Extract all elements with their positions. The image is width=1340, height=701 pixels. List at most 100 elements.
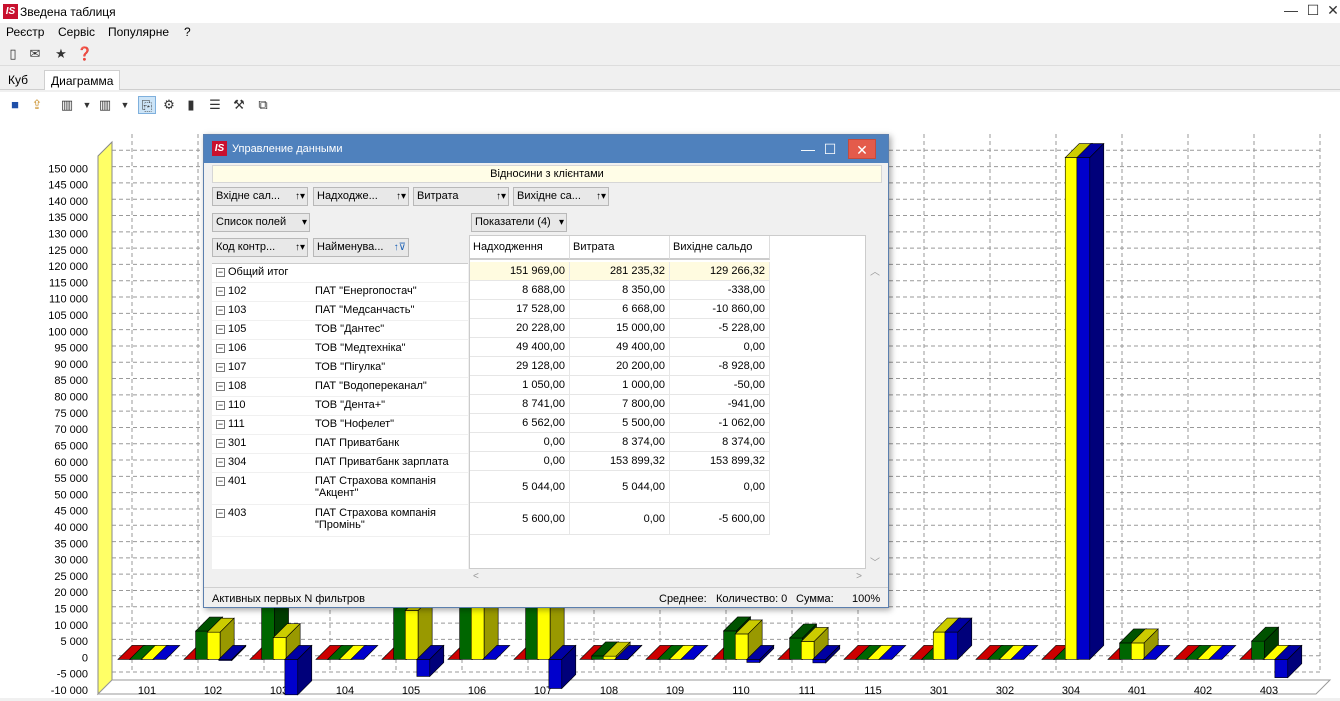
value-cell: -941,00 bbox=[670, 395, 770, 414]
bar bbox=[747, 659, 760, 662]
close-button[interactable]: ✕ bbox=[1322, 2, 1340, 20]
tab-cube[interactable]: Куб bbox=[2, 70, 34, 90]
y-tick-label: 40 000 bbox=[54, 522, 88, 534]
row-name: ТОВ "Нофелет" bbox=[315, 418, 465, 430]
menu-help[interactable]: ? bbox=[184, 25, 191, 39]
y-tick-label: 5 000 bbox=[60, 636, 88, 648]
dialog-logo: IS bbox=[212, 141, 227, 156]
data-manage-icon[interactable]: ⎘ bbox=[138, 96, 156, 114]
bar bbox=[1252, 641, 1265, 659]
value-cell: -10 860,00 bbox=[670, 300, 770, 319]
y-tick-label: 80 000 bbox=[54, 392, 88, 404]
settings-alt-icon[interactable]: ⚒ bbox=[230, 96, 248, 114]
row-name: ТОВ "Дента+" bbox=[315, 399, 465, 411]
horizontal-scrollbar[interactable]: < > bbox=[469, 571, 866, 585]
column-header-income[interactable]: Надходження bbox=[470, 236, 570, 260]
app-logo: IS bbox=[3, 4, 18, 19]
value-cell: -338,00 bbox=[670, 281, 770, 300]
minimize-button[interactable]: — bbox=[1280, 2, 1302, 20]
collapse-icon[interactable]: − bbox=[216, 509, 225, 518]
row-name: ПАТ "Водопереканал" bbox=[315, 380, 465, 392]
copy-icon[interactable]: ⧉ bbox=[254, 96, 272, 114]
row-field-name[interactable]: Найменува...↑⊽ bbox=[313, 238, 409, 257]
filter-field-expense[interactable]: Витрата↑▾ bbox=[413, 187, 509, 206]
value-cell: -8 928,00 bbox=[670, 357, 770, 376]
document-icon[interactable]: ▯ bbox=[4, 45, 22, 63]
export-icon[interactable]: ⇪ bbox=[28, 96, 46, 114]
chart-toolbar: ■ ⇪ ▥ ▼ ▥ ▼ ⎘ ⚙ ▮ ☰ ⚒ ⧉ bbox=[0, 92, 1340, 118]
table-row: 1 050,001 000,00-50,00 bbox=[470, 376, 865, 395]
bar bbox=[262, 602, 275, 659]
collapse-icon[interactable]: − bbox=[216, 401, 225, 410]
y-tick-label: 120 000 bbox=[48, 261, 88, 273]
total-cell: 151 969,00 bbox=[470, 262, 570, 281]
row-code: 301 bbox=[228, 437, 246, 449]
dialog-close-button[interactable]: ✕ bbox=[848, 139, 876, 159]
table-row: 8 741,007 800,00-941,00 bbox=[470, 395, 865, 414]
row-field-code[interactable]: Код контр...↑▾ bbox=[212, 238, 308, 257]
chevron-down-icon: ▾ bbox=[302, 214, 307, 231]
menu-popular[interactable]: Популярне bbox=[108, 25, 169, 39]
x-tick-label: 402 bbox=[1194, 685, 1212, 697]
table-row: 49 400,0049 400,000,00 bbox=[470, 338, 865, 357]
y-tick-label: 100 000 bbox=[48, 326, 88, 338]
bar bbox=[207, 632, 220, 659]
scroll-up-icon: ︿ bbox=[870, 263, 880, 278]
filter-field-opening-balance[interactable]: Вхідне сал...↑▾ bbox=[212, 187, 308, 206]
star-icon[interactable]: ★ bbox=[52, 45, 70, 63]
bar bbox=[801, 641, 814, 659]
collapse-icon[interactable]: − bbox=[216, 420, 225, 429]
row-header: −111ТОВ "Нофелет" bbox=[212, 416, 468, 435]
chevron-down-icon[interactable]: ▼ bbox=[78, 96, 96, 114]
collapse-icon[interactable]: − bbox=[216, 306, 225, 315]
row-name: ТОВ "Дантес" bbox=[315, 323, 465, 335]
bar bbox=[1275, 659, 1288, 677]
list-icon[interactable]: ☰ bbox=[206, 96, 224, 114]
field-list-button[interactable]: Список полей▾ bbox=[212, 213, 310, 232]
column-header-closing-balance[interactable]: Вихідне сальдо bbox=[670, 236, 770, 260]
filter-field-closing-balance[interactable]: Вихідне са...↑▾ bbox=[513, 187, 609, 206]
collapse-icon[interactable]: − bbox=[216, 287, 225, 296]
bar bbox=[933, 632, 946, 659]
filter-field-income[interactable]: Надходже...↑▾ bbox=[313, 187, 409, 206]
collapse-icon[interactable]: − bbox=[216, 382, 225, 391]
gear-icon[interactable]: ⚙ bbox=[160, 96, 178, 114]
row-name: ПАТ "Енергопостач" bbox=[315, 285, 465, 297]
chevron-down-icon[interactable]: ▼ bbox=[116, 96, 134, 114]
status-sum: Сумма: bbox=[796, 593, 834, 605]
collapse-icon[interactable]: − bbox=[216, 458, 225, 467]
row-name: ПАТ Приватбанк bbox=[315, 437, 465, 449]
dialog-status-bar: Активных первых N фильтров Среднее: Коли… bbox=[204, 587, 888, 607]
collapse-icon[interactable]: − bbox=[216, 344, 225, 353]
x-tick-label: 102 bbox=[204, 685, 222, 697]
collapse-icon[interactable]: − bbox=[216, 439, 225, 448]
bar bbox=[549, 659, 562, 688]
collapse-icon[interactable]: − bbox=[216, 363, 225, 372]
bookmark-icon[interactable]: ▮ bbox=[182, 96, 200, 114]
dialog-maximize-button[interactable]: ☐ bbox=[816, 139, 844, 159]
row-header: −401ПАТ Страхова компанія "Акцент" bbox=[212, 473, 468, 505]
menu-service[interactable]: Сервіс bbox=[58, 25, 95, 39]
bar-chart-alt-icon[interactable]: ▥ bbox=[96, 96, 114, 114]
vertical-scrollbar[interactable]: ︿ ﹀ bbox=[868, 263, 882, 569]
collapse-icon[interactable]: − bbox=[216, 268, 225, 277]
y-tick-label: 35 000 bbox=[54, 538, 88, 550]
tab-diagram[interactable]: Диаграмма bbox=[44, 70, 120, 90]
maximize-button[interactable]: ☐ bbox=[1302, 2, 1324, 20]
menu-registry[interactable]: Реєстр bbox=[6, 25, 44, 39]
collapse-icon[interactable]: − bbox=[216, 325, 225, 334]
row-code: 106 bbox=[228, 342, 246, 354]
column-header-expense[interactable]: Витрата bbox=[570, 236, 670, 260]
bar bbox=[603, 656, 616, 659]
mail-icon[interactable]: ✉ bbox=[26, 45, 44, 63]
bar bbox=[1065, 158, 1078, 660]
scroll-right-icon: > bbox=[856, 571, 862, 582]
save-icon[interactable]: ■ bbox=[6, 96, 24, 114]
collapse-icon[interactable]: − bbox=[216, 477, 225, 486]
bar-chart-icon[interactable]: ▥ bbox=[58, 96, 76, 114]
help-icon[interactable]: ❓ bbox=[76, 45, 94, 63]
y-tick-label: 45 000 bbox=[54, 506, 88, 518]
bar bbox=[273, 638, 286, 660]
measures-button[interactable]: Показатели (4)▾ bbox=[471, 213, 567, 232]
table-row: 17 528,006 668,00-10 860,00 bbox=[470, 300, 865, 319]
